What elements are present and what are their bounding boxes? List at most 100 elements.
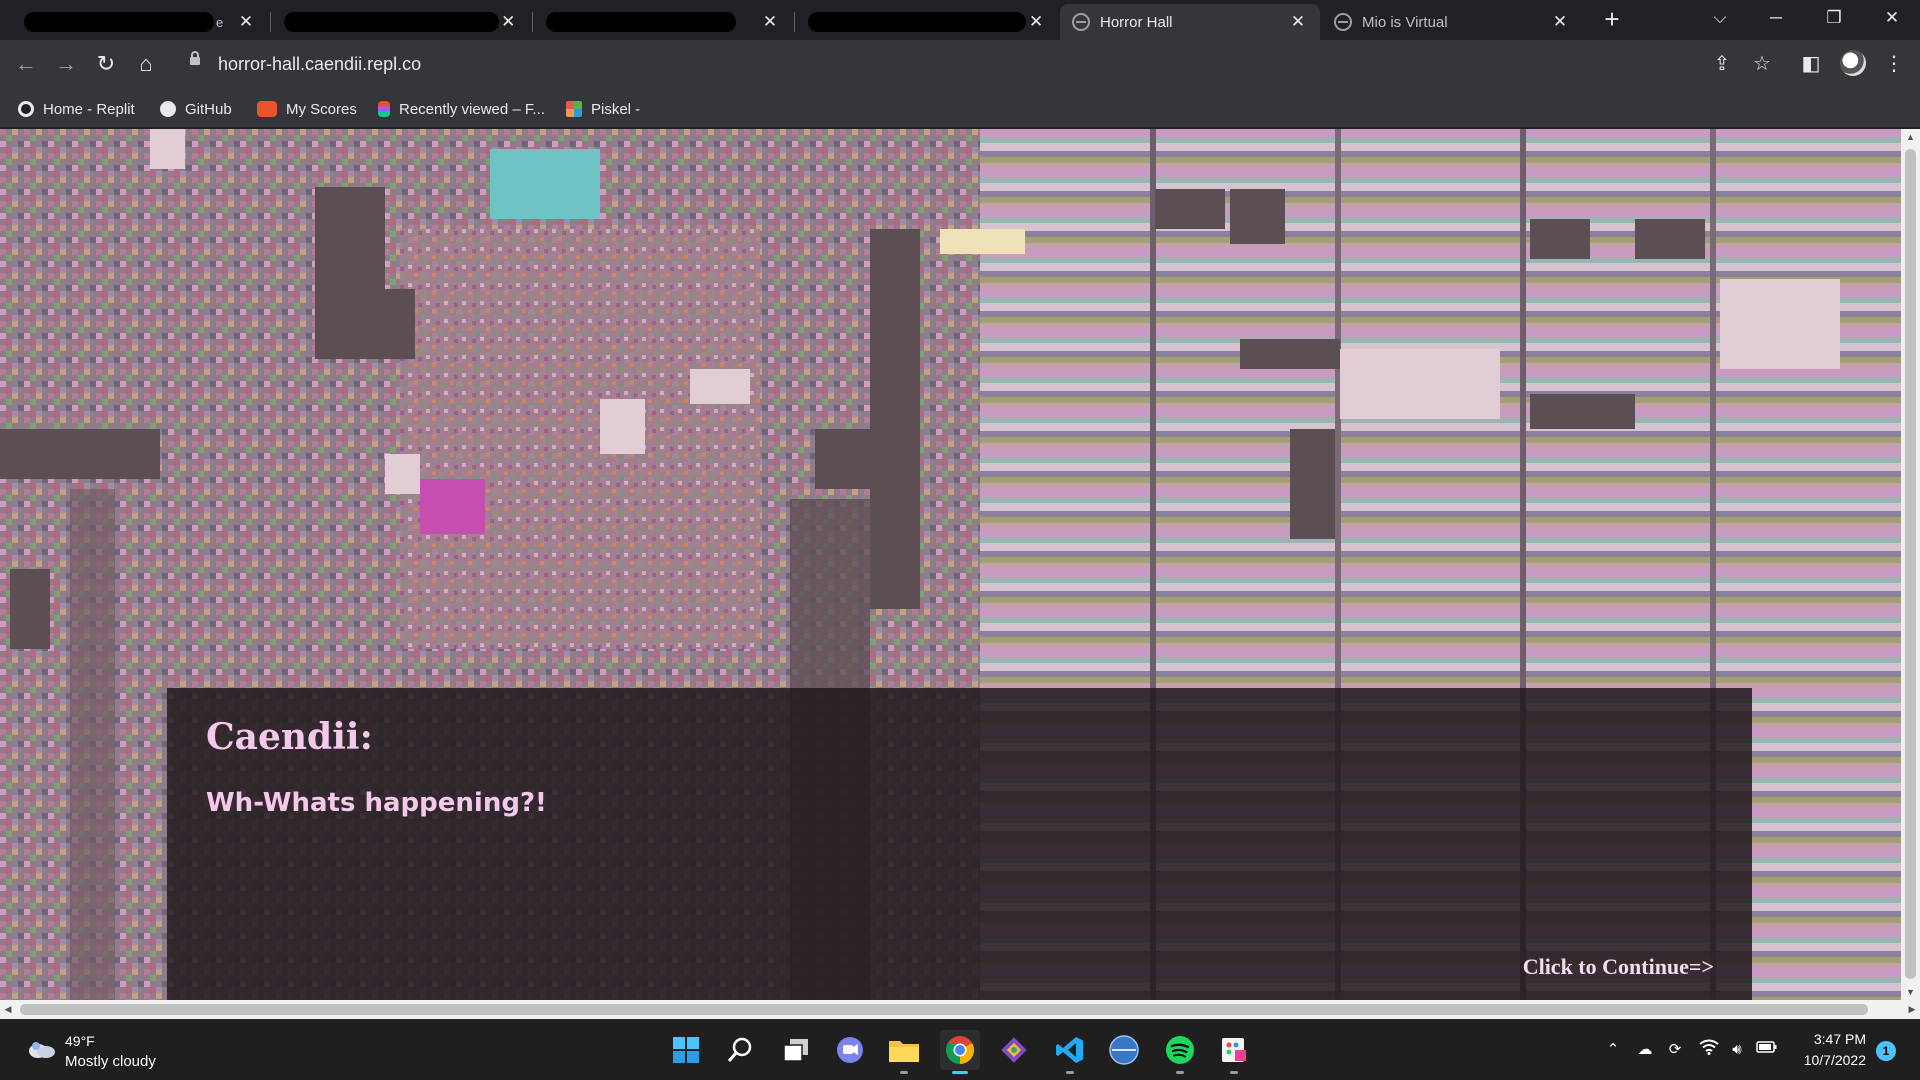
address-bar[interactable]: horror-hall.caendii.repl.co bbox=[170, 46, 1710, 82]
tab-separator bbox=[794, 12, 795, 32]
game-viewport[interactable]: Caendii: Wh-Whats happening?! Click to C… bbox=[0, 129, 1901, 1000]
tab-mio-is-virtual[interactable]: Mio is Virtual ✕ bbox=[1322, 4, 1582, 40]
restore-icon[interactable]: ❐ bbox=[1806, 0, 1862, 36]
tab-search-chevron-icon[interactable]: ⌵ bbox=[1692, 0, 1748, 36]
vertical-scroll-thumb[interactable] bbox=[1905, 149, 1916, 979]
paint-app-button[interactable] bbox=[1214, 1030, 1254, 1074]
github-icon bbox=[160, 101, 176, 117]
task-view-icon bbox=[783, 1039, 808, 1062]
dialogue-text: Wh-Whats happening?! bbox=[206, 788, 547, 818]
search-button[interactable] bbox=[720, 1030, 760, 1070]
bookmark-home-replit[interactable]: Home - Replit bbox=[18, 98, 135, 120]
vertical-scrollbar[interactable]: ▲ ▼ bbox=[1901, 129, 1920, 1000]
globe-icon bbox=[1334, 13, 1352, 31]
chevron-up-icon[interactable]: ⌃ bbox=[1602, 1039, 1624, 1061]
file-explorer-button[interactable] bbox=[884, 1030, 924, 1074]
tab-strip: e ✕ ✕ ✕ ✕ Horror Hall ✕ Mio is Virtual ✕… bbox=[0, 0, 1920, 40]
wifi-icon[interactable] bbox=[1698, 1039, 1720, 1061]
browser-app-button[interactable] bbox=[1104, 1030, 1144, 1070]
globe-icon bbox=[1109, 1035, 1139, 1065]
clock-time[interactable]: 3:47 PM bbox=[1750, 1031, 1866, 1047]
redacted-title bbox=[546, 12, 736, 32]
reload-icon[interactable]: ↻ bbox=[92, 50, 120, 78]
back-arrow-icon[interactable]: ← bbox=[12, 50, 40, 78]
teams-chat-button[interactable] bbox=[830, 1030, 870, 1070]
bookmark-label: Recently viewed – F... bbox=[399, 100, 545, 118]
spotify-icon bbox=[1166, 1036, 1194, 1064]
horizontal-scrollbar[interactable]: ◀ ▶ bbox=[0, 1000, 1920, 1019]
dialogue-box[interactable]: Caendii: Wh-Whats happening?! Click to C… bbox=[167, 688, 1752, 1000]
tab-separator bbox=[532, 12, 533, 32]
menu-kebab-icon[interactable]: ⋮ bbox=[1880, 50, 1908, 78]
tab-redacted-4[interactable]: ✕ bbox=[796, 4, 1058, 40]
scroll-up-icon[interactable]: ▲ bbox=[1901, 129, 1920, 145]
start-button[interactable] bbox=[666, 1030, 706, 1070]
weather-temperature[interactable]: 49°F bbox=[65, 1033, 95, 1049]
tab-separator bbox=[270, 12, 271, 32]
git-app-button[interactable] bbox=[994, 1030, 1034, 1070]
tab-redacted-3[interactable]: ✕ bbox=[534, 4, 792, 40]
vscode-icon bbox=[1056, 1037, 1083, 1063]
spotify-button[interactable] bbox=[1160, 1030, 1200, 1074]
tab-title: Horror Hall bbox=[1100, 13, 1173, 31]
chat-icon bbox=[837, 1037, 863, 1063]
share-icon[interactable]: ⇪ bbox=[1708, 50, 1736, 78]
notification-badge[interactable]: 1 bbox=[1876, 1041, 1896, 1061]
forward-arrow-icon[interactable]: → bbox=[52, 50, 80, 78]
chrome-icon bbox=[946, 1036, 974, 1064]
bookmark-github[interactable]: GitHub bbox=[160, 98, 232, 120]
volume-icon[interactable]: 🔊︎ bbox=[1726, 1039, 1748, 1061]
tab-horror-hall[interactable]: Horror Hall ✕ bbox=[1060, 4, 1320, 40]
bookmark-star-icon[interactable]: ☆ bbox=[1748, 50, 1776, 78]
running-indicator bbox=[900, 1071, 908, 1074]
tab-close-icon[interactable]: ✕ bbox=[1288, 12, 1308, 32]
tab-close-icon[interactable]: ✕ bbox=[760, 12, 780, 32]
tab-redacted-2[interactable]: ✕ bbox=[272, 4, 530, 40]
scores-icon bbox=[257, 101, 277, 117]
url-text[interactable]: horror-hall.caendii.repl.co bbox=[218, 54, 421, 75]
tab-redacted-1[interactable]: e ✕ bbox=[12, 4, 268, 40]
running-indicator bbox=[1230, 1071, 1238, 1074]
tab-title: e bbox=[216, 14, 224, 30]
tab-close-icon[interactable]: ✕ bbox=[236, 12, 256, 32]
cloud-icon[interactable] bbox=[26, 1039, 56, 1059]
windows-taskbar: 49°F Mostly cloudy ⌃ ☁ ⟳ 🔊︎ 3:47 PM 10/7… bbox=[0, 1019, 1920, 1080]
tab-close-icon[interactable]: ✕ bbox=[1550, 12, 1570, 32]
weather-condition[interactable]: Mostly cloudy bbox=[65, 1053, 156, 1070]
chrome-button[interactable] bbox=[940, 1030, 980, 1074]
git-icon bbox=[1001, 1037, 1027, 1063]
continue-button[interactable]: Click to Continue=> bbox=[1523, 954, 1714, 980]
folder-icon bbox=[889, 1041, 919, 1062]
running-indicator bbox=[952, 1071, 968, 1074]
redacted-title bbox=[24, 12, 214, 32]
windows-icon bbox=[673, 1037, 699, 1063]
scroll-down-icon[interactable]: ▼ bbox=[1901, 984, 1920, 1000]
minimize-icon[interactable]: ─ bbox=[1748, 0, 1804, 36]
figma-icon bbox=[378, 101, 390, 117]
scroll-right-icon[interactable]: ▶ bbox=[1904, 1000, 1920, 1019]
bookmark-my-scores[interactable]: My Scores bbox=[257, 98, 357, 120]
bookmark-label: Home - Replit bbox=[43, 100, 135, 118]
paint-icon bbox=[1222, 1038, 1246, 1062]
sync-icon[interactable]: ⟳ bbox=[1664, 1039, 1686, 1061]
close-window-icon[interactable]: ✕ bbox=[1864, 0, 1920, 36]
scroll-left-icon[interactable]: ◀ bbox=[0, 1000, 16, 1019]
task-view-button[interactable] bbox=[776, 1030, 816, 1070]
redacted-title bbox=[808, 12, 1027, 32]
tab-close-icon[interactable]: ✕ bbox=[499, 12, 519, 32]
lock-icon bbox=[190, 51, 200, 65]
clock-date[interactable]: 10/7/2022 bbox=[1750, 1052, 1866, 1068]
vscode-button[interactable] bbox=[1050, 1030, 1090, 1074]
horizontal-scroll-thumb[interactable] bbox=[20, 1004, 1868, 1015]
bookmark-piskel[interactable]: Piskel - bbox=[566, 98, 640, 120]
profile-avatar[interactable] bbox=[1840, 50, 1866, 76]
bookmark-figma[interactable]: Recently viewed – F... bbox=[378, 98, 545, 120]
new-tab-button[interactable]: + bbox=[1598, 6, 1626, 34]
home-icon[interactable]: ⌂ bbox=[132, 50, 160, 78]
tab-close-icon[interactable]: ✕ bbox=[1026, 12, 1046, 32]
redacted-title bbox=[284, 12, 499, 32]
bookmark-label: My Scores bbox=[286, 100, 357, 118]
globe-icon bbox=[1072, 13, 1090, 31]
side-panel-icon[interactable]: ◧ bbox=[1797, 50, 1825, 78]
onedrive-cloud-icon[interactable]: ☁ bbox=[1634, 1039, 1656, 1061]
